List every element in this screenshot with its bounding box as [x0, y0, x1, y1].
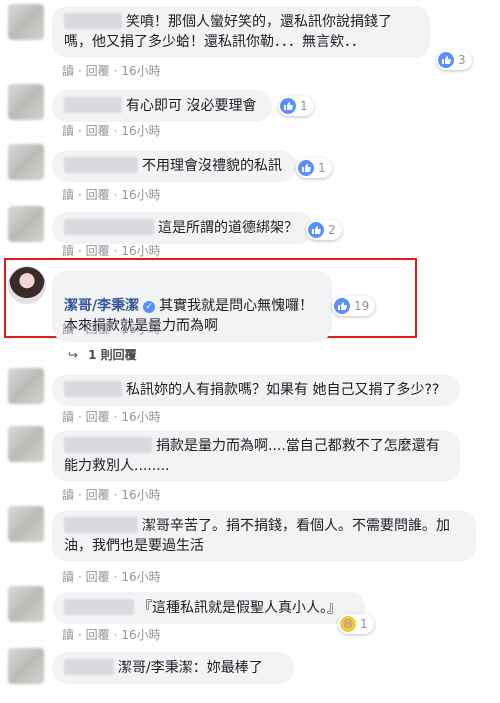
timestamp[interactable]: 16小時	[121, 244, 160, 258]
timestamp[interactable]: 16小時	[121, 124, 160, 138]
like-icon	[280, 98, 296, 114]
avatar[interactable]	[8, 266, 46, 304]
like-count: 1	[318, 161, 326, 175]
reply-arrow-icon: ↪	[68, 348, 79, 362]
avatar[interactable]	[8, 426, 44, 462]
avatar[interactable]	[8, 506, 44, 542]
blurred-name[interactable]	[64, 599, 134, 615]
reply-link[interactable]: 回覆	[86, 570, 110, 584]
reply-link[interactable]: 回覆	[86, 628, 110, 642]
reply-link[interactable]: 回覆	[86, 322, 110, 336]
like-count: 2	[328, 223, 336, 237]
comment-actions: 讀 · 回覆 · 16小時	[62, 570, 161, 584]
avatar[interactable]	[8, 206, 44, 242]
comment-actions: 讀 · 回覆 · 16小時	[62, 188, 161, 202]
comment-bubble: 有心即可 沒必要理會	[52, 90, 272, 122]
comment-bubble: 潔哥辛苦了。捐不捐錢，看個人。不需要問誰。加油，我們也是要過生活	[52, 510, 476, 562]
avatar[interactable]	[8, 144, 44, 180]
like-count: 1	[360, 617, 368, 631]
reaction-count[interactable]: 😆 1	[338, 614, 374, 634]
comment-text: 有心即可 沒必要理會	[126, 98, 257, 114]
reaction-count[interactable]: 3	[436, 50, 472, 70]
read-link[interactable]: 讀	[62, 570, 74, 584]
read-link[interactable]: 讀	[62, 322, 74, 336]
read-link[interactable]: 讀	[62, 188, 74, 202]
reply-link[interactable]: 回覆	[86, 488, 110, 502]
blurred-name[interactable]	[64, 157, 138, 173]
comment-actions: 讀 · 回覆 · 16小時	[62, 488, 161, 502]
comment-text: 私訊妳的人有捐款嗎？如果有 她自己又捐了多少??	[126, 382, 440, 398]
like-icon	[334, 298, 350, 314]
reaction-count[interactable]: 1	[278, 96, 314, 116]
blurred-name[interactable]	[64, 219, 154, 235]
avatar[interactable]	[8, 84, 44, 120]
comment-bubble: 笑噴！那個人蠻好笑的，還私訊你說捐錢了嗎，他又捐了多少蛤！還私訊你勒．．．無言欸…	[52, 6, 430, 58]
read-link[interactable]: 讀	[62, 64, 74, 78]
blurred-name[interactable]	[64, 13, 122, 29]
comment-bubble: 私訊妳的人有捐款嗎？如果有 她自己又捐了多少??	[52, 374, 460, 406]
comment-actions: 讀 · 回覆 · 16小時	[62, 64, 161, 78]
read-link[interactable]: 讀	[62, 244, 74, 258]
avatar[interactable]	[8, 368, 44, 404]
blurred-name[interactable]	[64, 659, 114, 675]
blurred-name[interactable]	[64, 97, 122, 113]
timestamp[interactable]: 16小時	[121, 64, 160, 78]
timestamp[interactable]: 16小時	[121, 488, 160, 502]
blurred-name[interactable]	[64, 437, 152, 453]
haha-icon: 😆	[340, 616, 356, 632]
comment-actions: 讀 · 回覆 · 16小時	[62, 628, 161, 642]
reply-link[interactable]: 回覆	[86, 64, 110, 78]
comment-text: 這是所謂的道德綁架？	[158, 220, 298, 236]
comment-bubble: 『這種私訊就是假聖人真小人。』	[52, 592, 366, 624]
comment-bubble: 不用理會沒禮貌的私訊	[52, 150, 296, 182]
comment-actions: 讀 · 回覆 · 16小時	[62, 322, 161, 336]
verified-icon: ✓	[143, 301, 156, 313]
comment-text: 不用理會沒禮貌的私訊	[142, 158, 282, 174]
view-replies-link[interactable]: ↪ 1 則回覆	[68, 346, 137, 363]
like-count: 3	[458, 53, 466, 67]
reaction-count[interactable]: 2	[306, 220, 342, 240]
avatar[interactable]	[8, 586, 44, 622]
comment-actions: 讀 · 回覆 · 16小時	[62, 410, 161, 424]
like-icon	[298, 160, 314, 176]
reply-link[interactable]: 回覆	[86, 124, 110, 138]
blurred-name[interactable]	[64, 517, 138, 533]
like-icon	[438, 52, 454, 68]
read-link[interactable]: 讀	[62, 628, 74, 642]
comment-text: 潔哥/李秉潔：妳最棒了	[118, 660, 263, 676]
read-link[interactable]: 讀	[62, 488, 74, 502]
avatar[interactable]	[8, 4, 44, 40]
like-count: 19	[354, 299, 370, 313]
like-count: 1	[300, 99, 308, 113]
commenter-name[interactable]: 潔哥/李秉潔	[64, 298, 139, 314]
comment-actions: 讀 · 回覆 · 16小時	[62, 244, 161, 258]
reply-link[interactable]: 回覆	[86, 410, 110, 424]
comment-bubble: 潔哥/李秉潔：妳最棒了	[52, 652, 294, 684]
reaction-count[interactable]: 1	[296, 158, 332, 178]
timestamp[interactable]: 16小時	[121, 322, 160, 336]
timestamp[interactable]: 16小時	[121, 628, 160, 642]
timestamp[interactable]: 16小時	[121, 188, 160, 202]
avatar[interactable]	[8, 648, 44, 684]
comment-actions: 讀 · 回覆 · 16小時	[62, 124, 161, 138]
read-link[interactable]: 讀	[62, 124, 74, 138]
comment-bubble: 捐款是量力而為啊....當自己都救不了怎麼還有能力救別人........	[52, 430, 460, 482]
replies-count: 1 則回覆	[88, 348, 137, 362]
comment-text: 『這種私訊就是假聖人真小人。』	[138, 600, 341, 616]
reply-link[interactable]: 回覆	[86, 188, 110, 202]
read-link[interactable]: 讀	[62, 410, 74, 424]
reply-link[interactable]: 回覆	[86, 244, 110, 258]
timestamp[interactable]: 16小時	[121, 410, 160, 424]
blurred-name[interactable]	[64, 381, 122, 397]
timestamp[interactable]: 16小時	[121, 570, 160, 584]
like-icon	[308, 222, 324, 238]
comment-bubble: 這是所謂的道德綁架？	[52, 212, 314, 244]
reaction-count[interactable]: 19	[332, 296, 376, 316]
